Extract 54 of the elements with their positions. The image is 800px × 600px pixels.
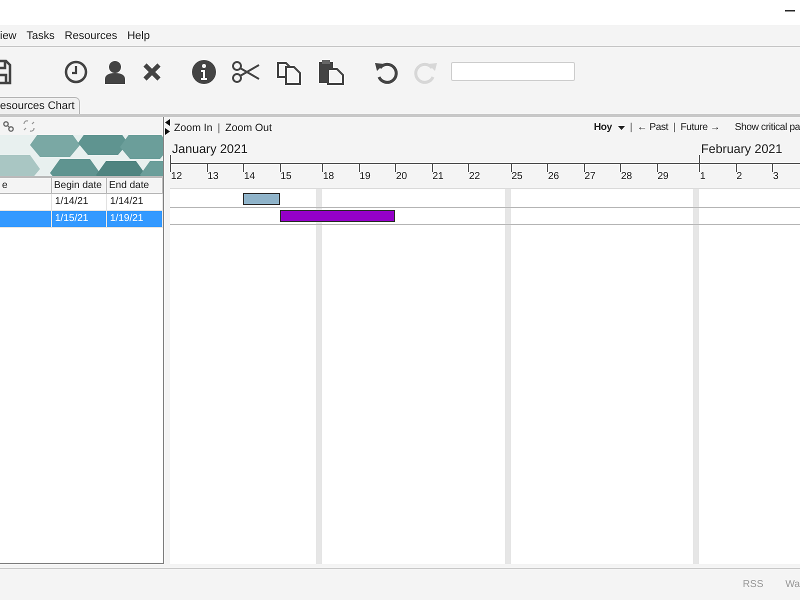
nav-link[interactable]: ← Past: [637, 122, 668, 133]
day-label: 19: [360, 171, 371, 182]
minimize-icon[interactable]: [785, 10, 795, 12]
separator: |: [673, 122, 676, 133]
menu-item[interactable]: Tasks: [26, 30, 59, 42]
day-label: 14: [244, 171, 256, 182]
day-label: 2: [736, 171, 742, 182]
separator: |: [630, 122, 632, 133]
day-label: 15: [280, 171, 292, 182]
task-bar[interactable]: [243, 193, 280, 205]
nav-link[interactable]: Zoom Out: [225, 122, 272, 134]
day-label: 29: [658, 171, 669, 182]
separator: |: [218, 122, 220, 134]
day-label: 21: [432, 171, 444, 182]
delete-icon[interactable]: [142, 62, 162, 82]
column-header[interactable]: End date: [107, 177, 163, 194]
link-icon[interactable]: [3, 120, 14, 132]
paste-icon[interactable]: [318, 58, 344, 84]
month-label: January 2021: [172, 142, 248, 156]
day-label: 22: [469, 171, 480, 182]
month-label: February 2021: [701, 142, 782, 156]
table-cell: 1/14/21: [52, 194, 107, 210]
column-header[interactable]: Begin date: [52, 177, 107, 194]
day-label: 1: [700, 171, 706, 182]
search-field[interactable]: [451, 62, 575, 81]
info-icon[interactable]: [192, 60, 216, 84]
tab[interactable]: esources Chart: [0, 97, 80, 114]
scissors-icon[interactable]: [232, 60, 260, 82]
day-label: 3: [773, 171, 779, 182]
column-header[interactable]: e: [0, 177, 52, 194]
day-label: 20: [396, 171, 408, 182]
day-label: 25: [512, 171, 523, 182]
table-cell: 1/19/21: [107, 211, 163, 227]
clock-icon[interactable]: [64, 60, 88, 84]
save-icon[interactable]: [0, 58, 12, 84]
collapse-arrows-icon[interactable]: [164, 119, 170, 135]
table-cell: 1/15/21: [52, 211, 107, 227]
caret-icon[interactable]: [618, 126, 625, 130]
day-label: 13: [208, 171, 219, 182]
menu-item[interactable]: iew: [0, 30, 21, 42]
day-label: 27: [584, 171, 596, 182]
nav-link[interactable]: Show critical pa: [734, 122, 800, 133]
day-label: 28: [621, 171, 632, 182]
table-cell: 1/14/21: [107, 194, 163, 210]
today-dropdown[interactable]: Hoy: [594, 122, 625, 133]
person-icon[interactable]: [104, 60, 126, 84]
nav-link[interactable]: Zoom In: [174, 122, 213, 134]
menu-item[interactable]: Help: [127, 30, 154, 42]
unlink-icon[interactable]: [23, 120, 35, 132]
day-label: 18: [323, 171, 334, 182]
day-label: 26: [548, 171, 560, 182]
day-label: 12: [171, 171, 182, 182]
menu-item[interactable]: Resources: [64, 30, 122, 42]
nav-link[interactable]: Future →: [680, 122, 720, 133]
